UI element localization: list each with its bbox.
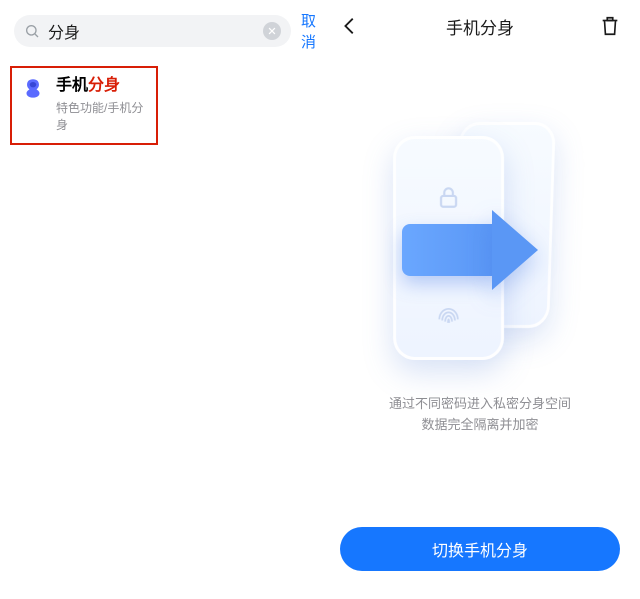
- description-line1: 通过不同密码进入私密分身空间: [389, 394, 571, 415]
- search-result-subtitle: 特色功能/手机分身: [56, 99, 146, 133]
- illustration: [380, 122, 580, 372]
- description-line2: 数据完全隔离并加密: [389, 415, 571, 436]
- result-title-highlight: 分身: [88, 77, 120, 94]
- search-pane: 取消 手机分身 特色功能/手机分身: [0, 0, 320, 599]
- phone-clone-page: 手机分身: [320, 0, 640, 599]
- search-result-highlight-box: 手机分身 特色功能/手机分身: [10, 66, 158, 145]
- page-header: 手机分身: [320, 0, 640, 52]
- search-result-item[interactable]: 手机分身 特色功能/手机分身: [20, 76, 146, 133]
- page-footer: 切换手机分身: [320, 515, 640, 599]
- search-result-title: 手机分身: [56, 76, 146, 95]
- search-input[interactable]: [48, 22, 255, 40]
- search-field[interactable]: [14, 15, 291, 47]
- description: 通过不同密码进入私密分身空间 数据完全隔离并加密: [389, 394, 571, 436]
- page-body: 通过不同密码进入私密分身空间 数据完全隔离并加密: [320, 52, 640, 515]
- search-result-texts: 手机分身 特色功能/手机分身: [56, 76, 146, 133]
- back-button[interactable]: [338, 14, 362, 38]
- delete-button[interactable]: [598, 14, 622, 38]
- switch-clone-button[interactable]: 切换手机分身: [340, 527, 620, 571]
- clear-icon[interactable]: [263, 22, 281, 40]
- result-title-prefix: 手机: [56, 77, 88, 94]
- search-icon: [24, 23, 40, 39]
- phone-clone-icon: [20, 76, 46, 102]
- arrow-icon: [402, 208, 522, 294]
- fingerprint-icon: [435, 303, 463, 336]
- cancel-button[interactable]: 取消: [301, 10, 316, 52]
- page-title: 手机分身: [446, 14, 514, 39]
- search-row: 取消: [0, 0, 320, 62]
